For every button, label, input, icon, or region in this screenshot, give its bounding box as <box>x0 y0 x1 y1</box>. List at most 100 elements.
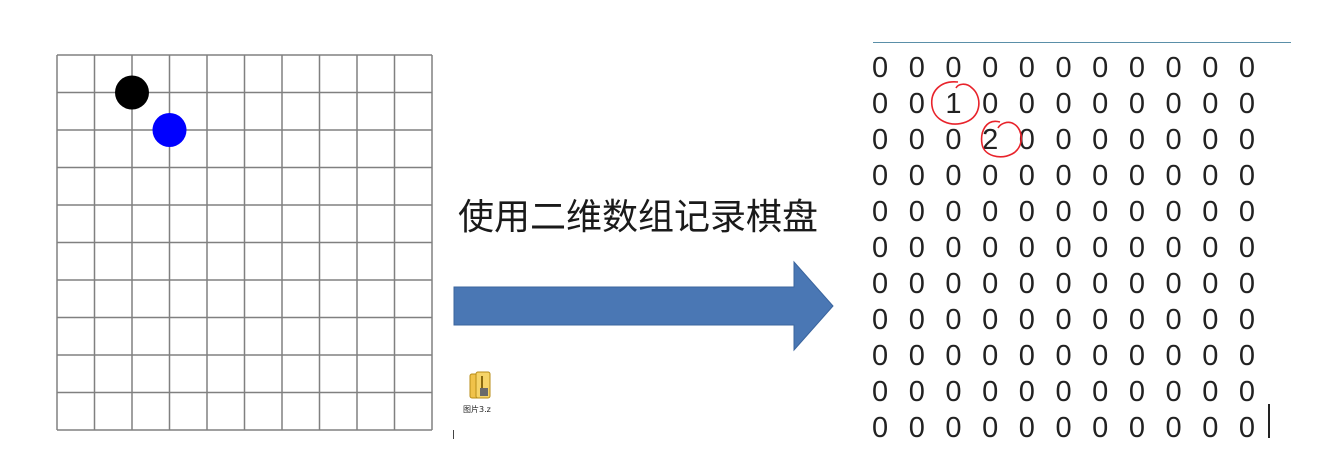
matrix-cell: 0 <box>1128 375 1145 408</box>
matrix-cell: 0 <box>1238 303 1256 336</box>
matrix-cell: 0 <box>1092 375 1109 408</box>
matrix-cell: 0 <box>1018 51 1035 84</box>
matrix-cell: 0 <box>1165 339 1182 372</box>
matrix-cell: 0 <box>1128 123 1145 156</box>
matrix-row: 00020000000 <box>872 122 1276 158</box>
matrix-cell: 0 <box>872 231 889 264</box>
matrix-row: 00000000000 <box>872 230 1276 266</box>
matrix-cell: 0 <box>872 267 889 300</box>
matrix-cell: 0 <box>982 303 999 336</box>
matrix-cell: 0 <box>982 375 999 408</box>
matrix-cell: 0 <box>945 123 962 156</box>
matrix-row: 00000000000 <box>872 266 1276 302</box>
matrix-row: 00000000000 <box>872 302 1276 338</box>
matrix-cell: 0 <box>872 87 889 120</box>
matrix-cell: 0 <box>1165 303 1182 336</box>
matrix-cell: 0 <box>1128 159 1145 192</box>
matrix-cell: 0 <box>1165 231 1182 264</box>
matrix-cell: 2 <box>982 123 999 156</box>
matrix-cell: 0 <box>1165 51 1182 84</box>
matrix-cell: 0 <box>1202 339 1219 372</box>
matrix-cell: 0 <box>1128 195 1145 228</box>
matrix-top-border <box>873 42 1291 43</box>
matrix-cell: 0 <box>1202 375 1219 408</box>
matrix-cell: 0 <box>1202 303 1219 336</box>
matrix-cell: 0 <box>1165 123 1182 156</box>
matrix-cell: 0 <box>872 195 889 228</box>
matrix-cell: 0 <box>872 375 889 408</box>
matrix-cell: 0 <box>872 123 889 156</box>
matrix-cell: 0 <box>945 411 962 444</box>
matrix-cell: 0 <box>1165 411 1182 444</box>
matrix-cell: 0 <box>872 339 889 372</box>
matrix-cell: 0 <box>1202 231 1219 264</box>
matrix-cell: 0 <box>1018 195 1035 228</box>
matrix-cell: 0 <box>982 231 999 264</box>
matrix-cell: 0 <box>908 375 925 408</box>
matrix-row: 00100000000 <box>872 86 1276 122</box>
matrix-cell: 0 <box>872 51 889 84</box>
matrix-cell: 0 <box>1092 231 1109 264</box>
matrix-cell: 0 <box>1055 51 1072 84</box>
file-label: 图片3.z <box>463 405 491 414</box>
matrix-cell: 0 <box>1092 87 1109 120</box>
matrix-cell: 0 <box>1055 123 1072 156</box>
matrix-cell: 0 <box>1018 87 1035 120</box>
matrix-row: 00000000000 <box>872 194 1276 230</box>
matrix-cell: 0 <box>982 159 999 192</box>
matrix-cell: 0 <box>1238 123 1256 156</box>
matrix-cell: 0 <box>1202 159 1219 192</box>
matrix-cell: 0 <box>1202 87 1219 120</box>
matrix-cell: 0 <box>908 303 925 336</box>
matrix-row: 00000000000 <box>872 374 1276 410</box>
matrix-cell: 0 <box>945 303 962 336</box>
matrix-cell: 0 <box>1092 159 1109 192</box>
matrix-cell: 0 <box>982 87 999 120</box>
matrix-cell: 0 <box>1055 159 1072 192</box>
matrix-cell: 0 <box>1092 123 1109 156</box>
matrix-cell: 0 <box>1018 375 1035 408</box>
matrix-cell: 0 <box>982 411 999 444</box>
matrix-cell: 0 <box>1238 375 1256 408</box>
matrix-cell: 0 <box>1202 411 1219 444</box>
matrix-row: 00000000000 <box>872 338 1276 374</box>
caption: 使用二维数组记录棋盘 <box>458 197 819 238</box>
matrix-cell: 0 <box>945 231 962 264</box>
matrix-cell: 0 <box>1055 375 1072 408</box>
matrix-cell: 0 <box>1128 411 1145 444</box>
matrix-cell: 0 <box>1238 267 1256 300</box>
matrix-cell: 0 <box>1202 195 1219 228</box>
matrix-cell: 0 <box>1202 267 1219 300</box>
matrix-cell: 1 <box>945 87 962 120</box>
matrix-cell: 0 <box>908 51 925 84</box>
matrix-cell: 0 <box>1018 303 1035 336</box>
matrix-row: 00000000000 <box>872 410 1276 446</box>
matrix-cell: 0 <box>908 339 925 372</box>
matrix-cell: 0 <box>1092 303 1109 336</box>
matrix-cell: 0 <box>1238 87 1256 120</box>
matrix-cell: 0 <box>908 267 925 300</box>
stray-tick <box>453 430 454 439</box>
matrix-row: 00000000000 <box>872 158 1276 194</box>
matrix-cell: 0 <box>1055 195 1072 228</box>
matrix-cell: 0 <box>945 195 962 228</box>
matrix-cell: 0 <box>1238 231 1256 264</box>
matrix-cell: 0 <box>872 159 889 192</box>
matrix-cell: 0 <box>1128 87 1145 120</box>
matrix-cell: 0 <box>1018 339 1035 372</box>
matrix-cell: 0 <box>1128 51 1145 84</box>
matrix-cell: 0 <box>1092 51 1109 84</box>
matrix-cell: 0 <box>1018 411 1035 444</box>
matrix-cell: 0 <box>908 87 925 120</box>
matrix-cell: 0 <box>1128 303 1145 336</box>
matrix-cell: 0 <box>1202 123 1219 156</box>
matrix-cell: 0 <box>1055 231 1072 264</box>
matrix-cell: 0 <box>1092 267 1109 300</box>
matrix-cell: 0 <box>945 51 962 84</box>
matrix-cell: 0 <box>945 159 962 192</box>
matrix-cell: 0 <box>982 195 999 228</box>
matrix-cell: 0 <box>1018 267 1035 300</box>
matrix-cell: 0 <box>1055 87 1072 120</box>
matrix-cell: 0 <box>1238 195 1256 228</box>
matrix-cell: 0 <box>908 195 925 228</box>
